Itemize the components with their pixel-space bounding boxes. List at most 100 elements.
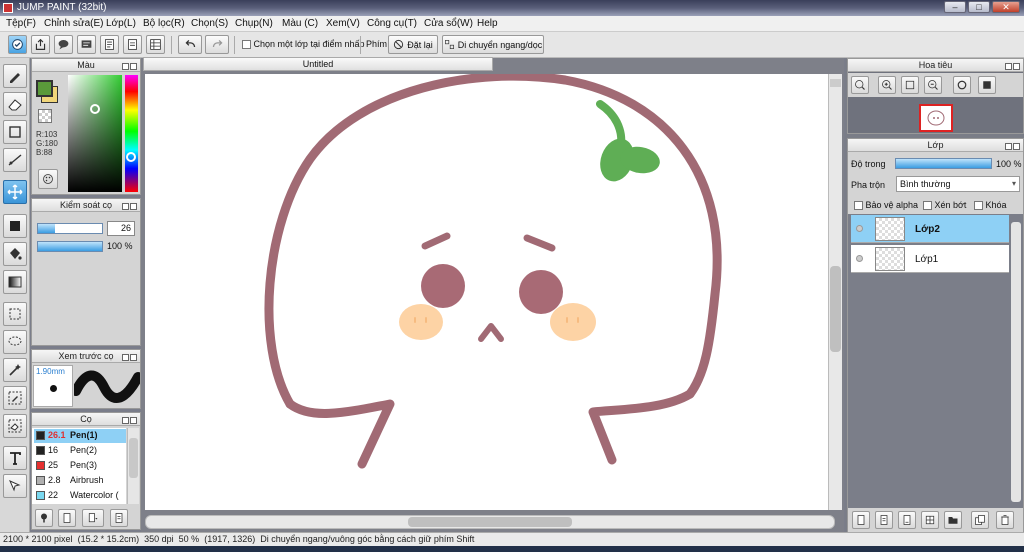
redo-icon[interactable] — [205, 35, 229, 54]
flip-icon[interactable] — [978, 76, 996, 94]
vertical-scroll-thumb[interactable] — [830, 266, 841, 352]
panel-close-icon[interactable] — [130, 63, 137, 70]
bucket-tool-icon[interactable] — [3, 242, 27, 266]
visibility-eye-icon[interactable] — [856, 225, 863, 232]
new-layer-copy-icon[interactable] — [875, 511, 893, 529]
brush-list-scrollbar[interactable] — [127, 428, 139, 504]
comment-icon[interactable] — [54, 35, 73, 54]
layer-item-lop1[interactable]: Lớp1 — [851, 245, 1009, 273]
message-icon[interactable] — [77, 35, 96, 54]
new-layer-icon[interactable] — [852, 511, 870, 529]
zoom-out-icon[interactable] — [924, 76, 942, 94]
layer-item-lop2[interactable]: Lớp2 — [851, 215, 1009, 243]
magic-wand-tool-icon[interactable] — [3, 358, 27, 382]
text-tool-icon[interactable] — [3, 446, 27, 470]
panel-detach-icon[interactable] — [122, 354, 129, 361]
reset-button[interactable]: Đặt lại — [388, 35, 438, 54]
move-tool-icon[interactable] — [3, 180, 27, 204]
clipping-checkbox[interactable] — [923, 201, 932, 211]
eraser-tool-icon[interactable] — [3, 92, 27, 116]
panel-detach-icon[interactable] — [1005, 143, 1012, 150]
close-icon[interactable]: ✕ — [992, 1, 1020, 13]
canvas-horizontal-scrollbar[interactable] — [145, 515, 835, 529]
layer-list-scrollbar[interactable] — [1011, 222, 1021, 502]
palette-icon[interactable] — [38, 169, 58, 189]
layer-settings-icon[interactable] — [898, 511, 916, 529]
panel-close-icon[interactable] — [130, 203, 137, 210]
picker-cursor[interactable] — [90, 104, 100, 114]
menu-edit[interactable]: Chỉnh sửa(E) — [44, 18, 104, 29]
brush-item-pen1[interactable]: 26.1 Pen(1) — [34, 429, 126, 443]
panel-close-icon[interactable] — [130, 417, 137, 424]
clipping-option[interactable]: Xén bớt — [923, 200, 966, 211]
brush-group-icon[interactable] — [35, 509, 53, 527]
saturation-value-picker[interactable] — [68, 75, 122, 192]
panel-close-icon[interactable] — [130, 354, 137, 361]
brush-opacity-slider[interactable] — [37, 241, 103, 252]
minimize-icon[interactable]: ‒ — [944, 1, 966, 13]
menu-tools[interactable]: Công cụ(T) — [367, 18, 417, 29]
brush-size-slider[interactable] — [37, 223, 103, 234]
menu-help[interactable]: Help — [477, 18, 498, 29]
brush-item-watercolor[interactable]: 22 Watercolor ( — [34, 489, 126, 503]
brush-item-airbrush[interactable]: 2.8 Airbrush — [34, 474, 126, 488]
panel-close-icon[interactable] — [1013, 63, 1020, 70]
brush-item-pen2[interactable]: 16 Pen(2) — [34, 444, 126, 458]
hue-slider[interactable] — [125, 75, 138, 192]
menu-layer[interactable]: Lớp(L) — [106, 18, 136, 29]
move-horizontal-vertical-button[interactable]: Di chuyển ngang/dọc — [442, 35, 544, 54]
navigator-thumbnail[interactable] — [919, 104, 953, 132]
menu-filter[interactable]: Bộ lọc(R) — [143, 18, 185, 29]
select-layer-option[interactable]: Chọn một lớp tại điểm nhấp — [242, 39, 364, 50]
transparent-color-swatch[interactable] — [38, 109, 52, 123]
line-tool-icon[interactable] — [3, 148, 27, 172]
menu-capture[interactable]: Chụp(N) — [235, 18, 273, 29]
selection-pen-tool-icon[interactable] — [3, 386, 27, 410]
layer-opacity-slider[interactable] — [895, 158, 992, 169]
horizontal-scroll-thumb[interactable] — [408, 517, 572, 527]
raster-layer-icon[interactable] — [921, 511, 939, 529]
gradient-tool-icon[interactable] — [3, 270, 27, 294]
new-brush-icon[interactable] — [58, 509, 76, 527]
grid-icon[interactable] — [146, 35, 165, 54]
menu-window[interactable]: Cửa sổ(W) — [424, 18, 473, 29]
undo-icon[interactable] — [178, 35, 202, 54]
zoom-fit-icon[interactable] — [851, 76, 869, 94]
brush-menu-icon[interactable] — [82, 509, 104, 527]
lasso-tool-icon[interactable] — [3, 330, 27, 354]
brush-tool-icon[interactable] — [3, 64, 27, 88]
panel-detach-icon[interactable] — [122, 203, 129, 210]
brush-item-pen3[interactable]: 25 Pen(3) — [34, 459, 126, 473]
rect-select-tool-icon[interactable] — [3, 302, 27, 326]
share-icon[interactable] — [31, 35, 50, 54]
brush-size-input[interactable]: 26 — [107, 221, 135, 236]
panel-detach-icon[interactable] — [1005, 63, 1012, 70]
folder-icon[interactable] — [944, 511, 962, 529]
menu-file[interactable]: Tệp(F) — [6, 18, 36, 29]
lock-option[interactable]: Khóa — [974, 200, 1007, 211]
operation-tool-icon[interactable] — [3, 474, 27, 498]
brush-settings-icon[interactable] — [110, 509, 128, 527]
protect-alpha-checkbox[interactable] — [854, 201, 863, 211]
panel-detach-icon[interactable] — [122, 417, 129, 424]
drawing-canvas[interactable] — [145, 74, 828, 510]
fill-rect-tool-icon[interactable] — [3, 214, 27, 238]
document-tab[interactable]: Untitled — [143, 57, 493, 71]
hue-cursor[interactable] — [126, 152, 136, 162]
rectangle-tool-icon[interactable] — [3, 120, 27, 144]
delete-layer-icon[interactable] — [996, 511, 1014, 529]
visibility-eye-icon[interactable] — [856, 255, 863, 262]
protect-alpha-option[interactable]: Bảo vệ alpha — [854, 200, 918, 211]
document-icon[interactable] — [100, 35, 119, 54]
selection-eraser-tool-icon[interactable] — [3, 414, 27, 438]
lock-checkbox[interactable] — [974, 201, 983, 211]
page-icon[interactable] — [123, 35, 142, 54]
blend-mode-select[interactable]: Bình thường ▾ — [896, 176, 1020, 192]
menu-color[interactable]: Màu (C) — [282, 18, 318, 29]
select-layer-checkbox[interactable] — [242, 40, 251, 50]
panel-close-icon[interactable] — [1013, 143, 1020, 150]
menu-view[interactable]: Xem(V) — [326, 18, 360, 29]
rotate-icon[interactable] — [953, 76, 971, 94]
menu-select[interactable]: Chọn(S) — [191, 18, 228, 29]
maximize-icon[interactable]: □ — [968, 1, 990, 13]
